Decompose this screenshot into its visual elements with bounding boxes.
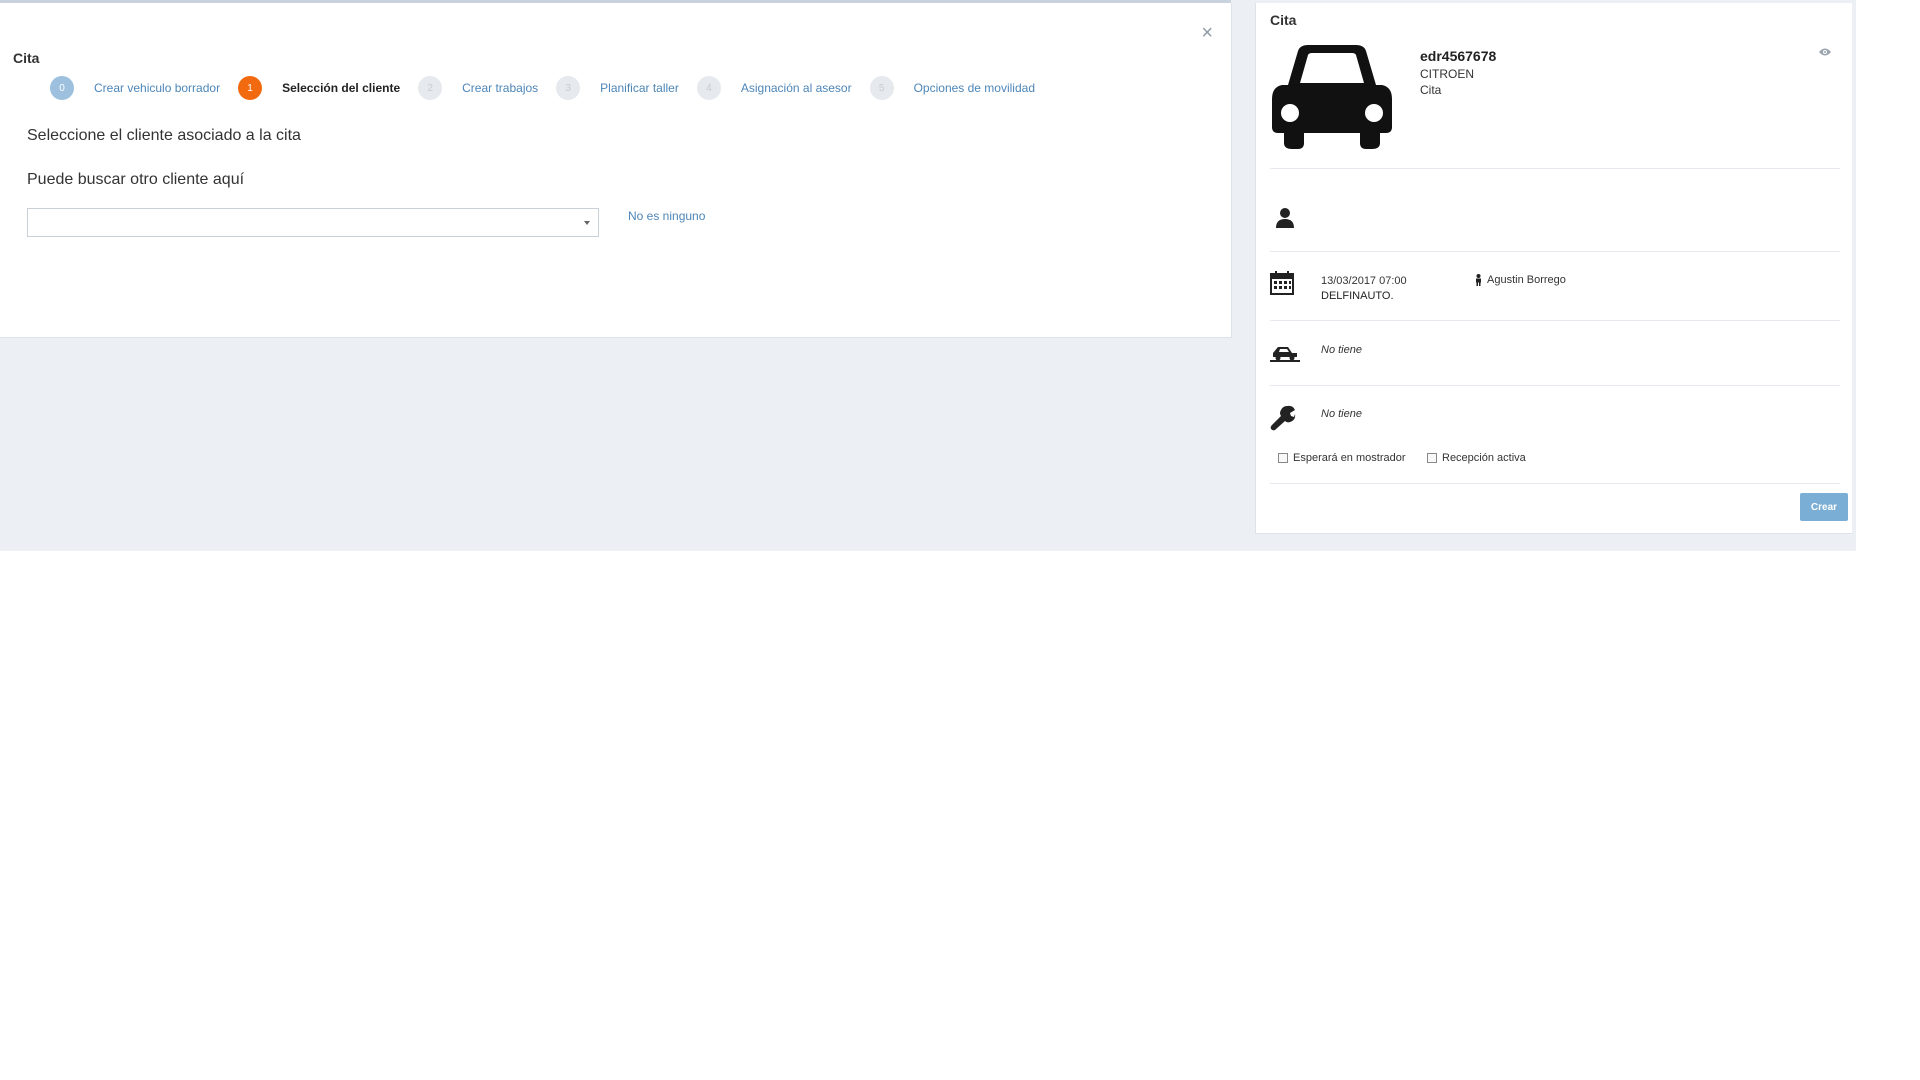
step-label: Asignación al asesor bbox=[740, 81, 852, 95]
appointment-datetime: 13/03/2017 07:00 bbox=[1321, 275, 1407, 287]
mobility-value: No tiene bbox=[1321, 344, 1362, 356]
vehicle-type: Cita bbox=[1420, 83, 1442, 97]
step-opciones-movilidad[interactable]: 5 Opciones de movilidad bbox=[869, 76, 1035, 100]
divider bbox=[1270, 385, 1840, 386]
person-icon bbox=[1476, 274, 1481, 286]
step-asignacion-asesor[interactable]: 4 Asignación al asesor bbox=[696, 76, 852, 100]
step-label: Selección del cliente bbox=[282, 81, 401, 95]
checkbox-label: Esperará en mostrador bbox=[1293, 452, 1406, 464]
step-label: Opciones de movilidad bbox=[913, 81, 1035, 95]
appointment-summary-panel: Cita edr4567678 CITROEN Cita 13/03/2017 … bbox=[1255, 3, 1852, 534]
summary-title: Cita bbox=[1270, 12, 1297, 28]
search-label: Puede buscar otro cliente aquí bbox=[27, 171, 245, 188]
advisor-info: Agustin Borrego bbox=[1475, 274, 1566, 286]
calendar-icon bbox=[1270, 271, 1294, 295]
divider bbox=[1270, 320, 1840, 321]
checkbox-box[interactable] bbox=[1427, 453, 1437, 463]
step-label: Crear trabajos bbox=[462, 81, 539, 95]
step-number: 4 bbox=[696, 76, 721, 100]
vehicle-plate: edr4567678 bbox=[1420, 48, 1497, 64]
divider bbox=[1270, 483, 1840, 484]
step-crear-vehiculo[interactable]: 0 Crear vehiculo borrador bbox=[50, 76, 220, 100]
eye-icon[interactable] bbox=[1818, 47, 1832, 57]
step-label: Planificar taller bbox=[600, 81, 679, 95]
step-number: 1 bbox=[238, 76, 263, 100]
step-number: 5 bbox=[869, 76, 894, 100]
user-icon bbox=[1276, 208, 1294, 228]
vehicle-brand: CITROEN bbox=[1420, 67, 1474, 81]
step-crear-trabajos[interactable]: 2 Crear trabajos bbox=[418, 76, 538, 100]
active-reception-checkbox[interactable]: Recepción activa bbox=[1427, 452, 1526, 464]
step-number: 3 bbox=[556, 76, 581, 100]
wizard-steps: 0 Crear vehiculo borrador 1 Selección de… bbox=[50, 75, 1053, 101]
divider bbox=[1270, 251, 1840, 252]
checkbox-box[interactable] bbox=[1278, 453, 1288, 463]
section-heading: Seleccione el cliente asociado a la cita bbox=[27, 127, 301, 144]
close-icon[interactable]: × bbox=[1201, 23, 1213, 43]
none-of-them-link[interactable]: No es ninguno bbox=[628, 209, 705, 223]
advisor-name: Agustin Borrego bbox=[1487, 274, 1566, 286]
tow-truck-icon bbox=[1270, 347, 1300, 362]
chevron-down-icon bbox=[584, 221, 590, 225]
car-icon bbox=[1272, 45, 1392, 149]
create-button[interactable]: Crear bbox=[1800, 493, 1848, 521]
wizard-title: Cita bbox=[13, 50, 40, 66]
step-seleccion-cliente[interactable]: 1 Selección del cliente bbox=[238, 76, 400, 100]
divider bbox=[1270, 168, 1840, 169]
checkbox-label: Recepción activa bbox=[1442, 452, 1526, 464]
step-label: Crear vehiculo borrador bbox=[94, 81, 221, 95]
step-number: 0 bbox=[50, 76, 74, 100]
appointment-wizard-panel: × Cita 0 Crear vehiculo borrador 1 Selec… bbox=[0, 3, 1232, 338]
step-number: 2 bbox=[418, 76, 443, 100]
client-search-select[interactable] bbox=[27, 208, 599, 237]
works-value: No tiene bbox=[1321, 408, 1362, 420]
appointment-dealer: DELFINAUTO. bbox=[1321, 290, 1394, 302]
wait-at-counter-checkbox[interactable]: Esperará en mostrador bbox=[1278, 452, 1406, 464]
wrench-icon bbox=[1270, 405, 1296, 431]
step-planificar-taller[interactable]: 3 Planificar taller bbox=[556, 76, 679, 100]
